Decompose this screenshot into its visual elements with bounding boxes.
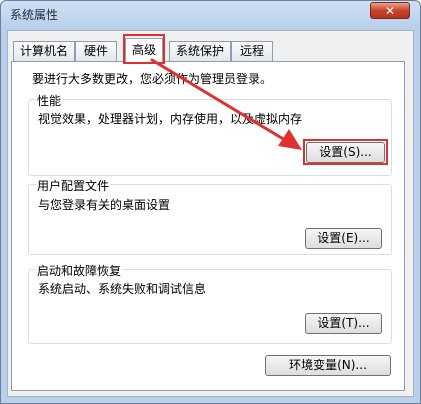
red-arrow-icon <box>150 58 302 150</box>
